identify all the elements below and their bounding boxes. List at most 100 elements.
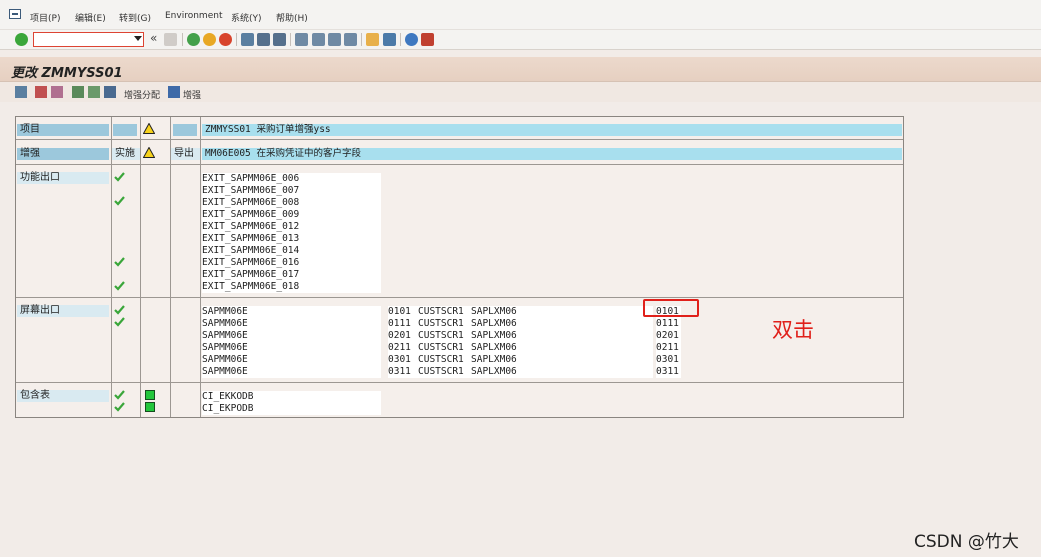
warning-icon xyxy=(142,122,156,134)
menu-item-goto[interactable]: 转到(G) xyxy=(119,11,151,24)
include-structure-item[interactable]: CI_EKKODB xyxy=(202,391,381,403)
wand-icon[interactable] xyxy=(51,86,63,98)
screen-exit-program[interactable]: SAPMM06E xyxy=(202,318,381,330)
screen-exit-dynpro[interactable]: 0211 xyxy=(388,342,418,354)
function-exit-item[interactable]: EXIT_SAPMM06E_012 xyxy=(202,221,381,233)
screen-exit-called-program[interactable]: SAPLXM06 xyxy=(471,354,653,366)
check-icon xyxy=(114,390,125,400)
screen-exit-dynpro[interactable]: 0201 xyxy=(388,330,418,342)
screen-exit-dynpro[interactable]: 0111 xyxy=(388,318,418,330)
info-icon[interactable] xyxy=(168,86,180,98)
project-label: 项目 xyxy=(17,124,109,136)
enhancement-name-field[interactable]: MM06E005 在采购凭证中的客户字段 xyxy=(202,148,902,160)
screen-exit-program[interactable]: SAPMM06E xyxy=(202,354,381,366)
project-name-field[interactable]: ZMMYSS01 采购订单增强yss xyxy=(202,124,902,136)
screen-exit-dynpro[interactable]: 0101 xyxy=(388,306,418,318)
title-bar: 更改 ZMMYSS01 xyxy=(0,57,1041,82)
screen-exit-called-program[interactable]: SAPLXM06 xyxy=(471,306,653,318)
screen-exit-subscreen[interactable]: 0311 xyxy=(656,366,681,378)
first-page-icon[interactable] xyxy=(295,33,308,46)
warning-icon xyxy=(142,146,156,158)
column-divider xyxy=(200,117,201,417)
find-icon[interactable] xyxy=(257,33,270,46)
deactivate-icon[interactable] xyxy=(104,86,116,98)
layout-icon[interactable] xyxy=(421,33,434,46)
function-exits-label: 功能出口 xyxy=(17,172,109,184)
function-exit-item[interactable]: EXIT_SAPMM06E_007 xyxy=(202,185,381,197)
new-session-icon[interactable] xyxy=(366,33,379,46)
help-icon[interactable] xyxy=(405,33,418,46)
command-input[interactable] xyxy=(34,33,130,46)
screen-exit-dynpro[interactable]: 0311 xyxy=(388,366,418,378)
function-exit-item[interactable]: EXIT_SAPMM06E_014 xyxy=(202,245,381,257)
last-page-icon[interactable] xyxy=(344,33,357,46)
row-divider xyxy=(16,164,903,165)
function-exit-item[interactable]: EXIT_SAPMM06E_016 xyxy=(202,257,381,269)
menu-app-icon[interactable] xyxy=(9,9,21,19)
screen-exit-area[interactable]: CUSTSCR1 xyxy=(418,354,471,366)
function-exit-item[interactable]: EXIT_SAPMM06E_008 xyxy=(202,197,381,209)
screen-exit-program[interactable]: SAPMM06E xyxy=(202,330,381,342)
function-exit-item[interactable]: EXIT_SAPMM06E_009 xyxy=(202,209,381,221)
screen-exit-called-program[interactable]: SAPLXM06 xyxy=(471,342,653,354)
screen-exit-dynpro[interactable]: 0301 xyxy=(388,354,418,366)
print-icon[interactable] xyxy=(241,33,254,46)
annotation-double-click: 双击 xyxy=(772,318,814,342)
screen-exit-program[interactable]: SAPMM06E xyxy=(202,306,381,318)
chevron-down-icon[interactable] xyxy=(134,36,142,41)
check-icon xyxy=(114,402,125,412)
menu-item-help[interactable]: 帮助(H) xyxy=(276,11,308,24)
screen-exit-area[interactable]: CUSTSCR1 xyxy=(418,318,471,330)
screen-exit-called-program[interactable]: SAPLXM06 xyxy=(471,366,653,378)
menu-item-project[interactable]: 项目(P) xyxy=(30,11,60,24)
toolbar-separator xyxy=(361,33,362,46)
function-exit-item[interactable]: EXIT_SAPMM06E_018 xyxy=(202,281,381,293)
enter-icon[interactable] xyxy=(15,33,28,46)
collapse-icon[interactable]: « xyxy=(150,31,157,45)
screen-exit-called-program[interactable]: SAPLXM06 xyxy=(471,330,653,342)
function-exit-item[interactable]: EXIT_SAPMM06E_006 xyxy=(202,173,381,185)
toolbar-separator xyxy=(236,33,237,46)
check-objects-icon[interactable] xyxy=(72,86,84,98)
screen-exit-area[interactable]: CUSTSCR1 xyxy=(418,342,471,354)
menu-item-edit[interactable]: 编辑(E) xyxy=(75,11,106,24)
menu-item-system[interactable]: 系统(Y) xyxy=(231,11,262,24)
screen-exit-subscreen[interactable]: 0111 xyxy=(656,318,681,330)
enhancement-button[interactable]: 增强 xyxy=(183,88,201,101)
screen-exit-program[interactable]: SAPMM06E xyxy=(202,342,381,354)
include-structure-item[interactable]: CI_EKPODB xyxy=(202,403,381,415)
row-divider xyxy=(16,139,903,140)
enhancement-status: 实施 xyxy=(112,148,140,160)
shortcut-icon[interactable] xyxy=(383,33,396,46)
function-exit-item[interactable]: EXIT_SAPMM06E_017 xyxy=(202,269,381,281)
find-next-icon[interactable] xyxy=(273,33,286,46)
screen-exit-area[interactable]: CUSTSCR1 xyxy=(418,330,471,342)
function-exit-item[interactable]: EXIT_SAPMM06E_013 xyxy=(202,233,381,245)
cancel-icon[interactable] xyxy=(219,33,232,46)
screen-exit-program[interactable]: SAPMM06E xyxy=(202,366,381,378)
toolbar-separator xyxy=(290,33,291,46)
screen-exit-subscreen[interactable]: 0201 xyxy=(656,330,681,342)
display-change-icon[interactable] xyxy=(15,86,27,98)
project-status-cell xyxy=(113,124,137,136)
activate-icon[interactable] xyxy=(88,86,100,98)
screen-exit-area[interactable]: CUSTSCR1 xyxy=(418,366,471,378)
command-field[interactable] xyxy=(33,32,144,47)
exit-icon[interactable] xyxy=(203,33,216,46)
menu-item-environment[interactable]: Environment xyxy=(165,11,222,21)
back-icon[interactable] xyxy=(187,33,200,46)
screen-exit-area[interactable]: CUSTSCR1 xyxy=(418,306,471,318)
check-icon xyxy=(114,305,125,315)
page-title: 更改 ZMMYSS01 xyxy=(11,66,123,81)
save-icon[interactable] xyxy=(164,33,177,46)
enhancement-assignment-button[interactable]: 增强分配 xyxy=(124,88,160,101)
column-divider xyxy=(140,117,141,417)
next-page-icon[interactable] xyxy=(328,33,341,46)
highlight-box xyxy=(643,299,699,317)
project-dir-cell xyxy=(173,124,197,136)
screen-exit-subscreen[interactable]: 0211 xyxy=(656,342,681,354)
edit-pencil-icon[interactable] xyxy=(35,86,47,98)
screen-exit-subscreen[interactable]: 0301 xyxy=(656,354,681,366)
screen-exit-called-program[interactable]: SAPLXM06 xyxy=(471,318,653,330)
prev-page-icon[interactable] xyxy=(312,33,325,46)
